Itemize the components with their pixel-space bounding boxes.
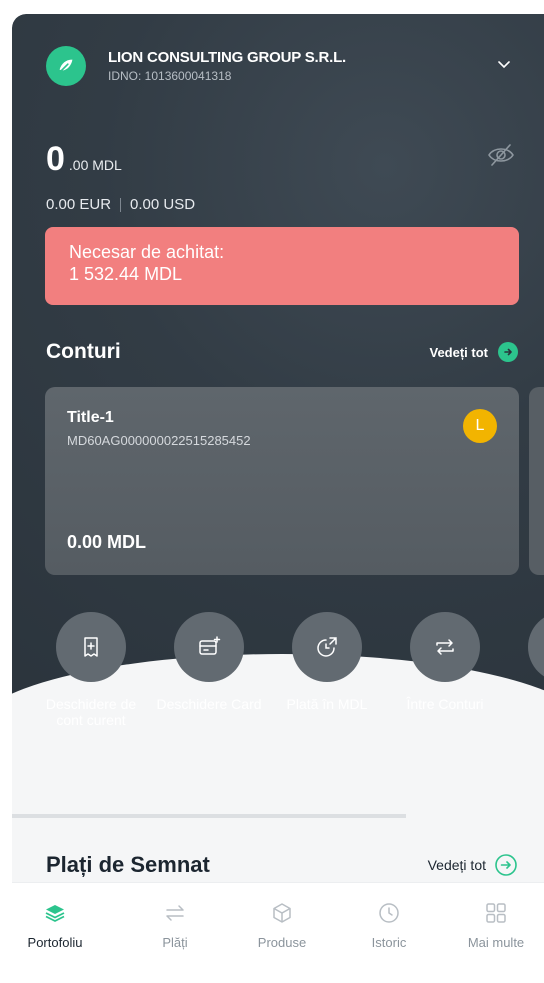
- action-label: Plată în MDL: [286, 696, 368, 712]
- sub-balance: 0.00 EUR 0.00 USD: [46, 196, 195, 213]
- tab-more[interactable]: Mai multe: [451, 883, 541, 950]
- bottom-tab-bar: Portofoliu Plăți Produse Istoric Mai mul…: [12, 882, 544, 983]
- company-selector[interactable]: LION CONSULTING GROUP S.R.L. IDNO: 10136…: [46, 46, 346, 86]
- accounts-header: Conturi Vedeți tot: [46, 340, 518, 364]
- see-all-label: Vedeți tot: [429, 344, 488, 360]
- card-add-icon: [174, 612, 244, 682]
- balance-eur: 0.00 EUR: [46, 196, 112, 213]
- company-logo-icon: [46, 46, 86, 86]
- action-more-peek[interactable]: [508, 612, 544, 682]
- payment-arrow-icon: [292, 612, 362, 682]
- tab-label: Istoric: [371, 935, 407, 950]
- tab-label: Plăți: [162, 935, 188, 950]
- app-frame: LION CONSULTING GROUP S.R.L. IDNO: 10136…: [12, 14, 544, 983]
- action-payment-mdl[interactable]: Plată în MDL: [272, 612, 382, 712]
- account-card[interactable]: Title-1 MD60AG000000022515285452 L 0.00 …: [45, 387, 519, 575]
- action-between-accounts[interactable]: Între Conturi: [390, 612, 500, 712]
- tab-products[interactable]: Produse: [237, 883, 327, 950]
- balance-usd: 0.00 USD: [130, 196, 196, 213]
- payments-to-sign-header: Plați de Semnat Vedeți tot: [46, 852, 518, 878]
- balance: 0 .00 MDL: [46, 140, 122, 179]
- tab-label: Produse: [257, 935, 307, 950]
- account-title: Title-1: [67, 409, 114, 426]
- due-amount: 1 532.44 MDL: [69, 264, 183, 284]
- due-label: Necesar de achitat:: [69, 242, 225, 262]
- accounts-title: Conturi: [46, 340, 121, 363]
- scroll-indicator: [12, 814, 406, 818]
- account-balance: 0.00 MDL: [67, 532, 147, 552]
- balance-main: 0: [46, 140, 65, 178]
- chevron-down-icon[interactable]: [496, 56, 512, 72]
- box-icon: [273, 903, 291, 923]
- action-label: Deschidere de cont curent: [45, 696, 137, 728]
- see-all-label: Vedeți tot: [427, 857, 486, 873]
- arrow-right-circle-icon: [495, 854, 517, 876]
- account-avatar: L: [463, 409, 497, 443]
- action-peek-icon: [528, 612, 544, 682]
- layers-icon: [45, 905, 65, 922]
- action-open-card[interactable]: Deschidere Card: [154, 612, 264, 712]
- action-label: Între Conturi: [406, 696, 484, 712]
- eye-hidden-icon[interactable]: [486, 140, 516, 170]
- payments-see-all-link[interactable]: Vedeți tot: [428, 853, 518, 877]
- transfer-icon: [410, 612, 480, 682]
- tab-label: Portofoliu: [27, 935, 83, 950]
- action-label: Deschidere Card: [156, 696, 262, 712]
- tab-portfolio[interactable]: Portofoliu: [12, 883, 100, 950]
- company-name: LION CONSULTING GROUP S.R.L.: [108, 49, 347, 66]
- accounts-see-all-link[interactable]: Vedeți tot: [429, 342, 518, 362]
- add-document-icon: [56, 612, 126, 682]
- next-account-card[interactable]: [529, 387, 544, 575]
- divider: [120, 197, 122, 212]
- arrow-right-icon: [498, 342, 518, 362]
- payment-due-banner[interactable]: Necesar de achitat: 1 532.44 MDL: [45, 227, 519, 305]
- tab-label: Mai multe: [467, 935, 525, 950]
- company-idno: IDNO: 1013600041318: [108, 69, 232, 83]
- tab-payments[interactable]: Plăți: [130, 883, 220, 950]
- grid-icon: [486, 903, 506, 923]
- transfer-icon: [166, 905, 184, 921]
- tab-history[interactable]: Istoric: [344, 883, 434, 950]
- payments-to-sign-title: Plați de Semnat: [46, 852, 210, 877]
- clock-icon: [379, 903, 399, 923]
- account-iban: MD60AG000000022515285452: [67, 433, 251, 448]
- balance-decimals: .00 MDL: [68, 157, 122, 173]
- action-open-current-account[interactable]: Deschidere de cont curent: [36, 612, 146, 728]
